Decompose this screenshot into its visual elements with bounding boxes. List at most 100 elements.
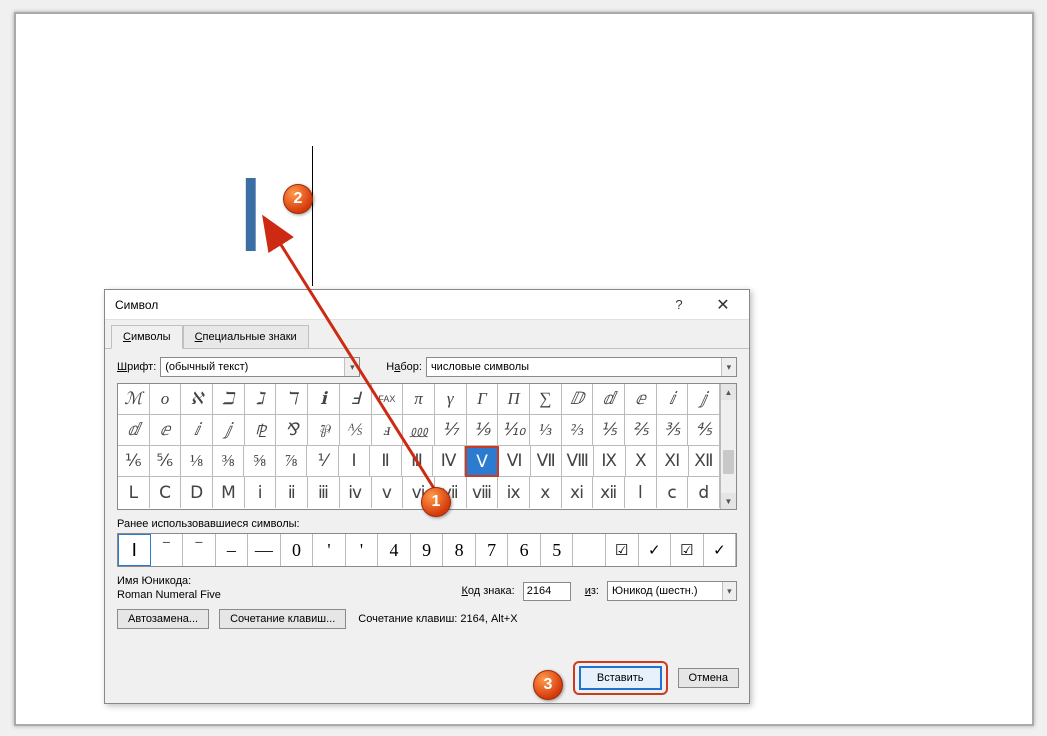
symbol-cell[interactable]: ∑	[530, 384, 562, 415]
symbol-cell[interactable]: FAX	[372, 384, 404, 415]
symbol-cell[interactable]: ℳ	[118, 384, 150, 415]
symbol-cell[interactable]: ⅈ	[657, 384, 689, 415]
symbol-cell[interactable]: Ⅵ	[499, 446, 531, 477]
symbol-cell[interactable]: Ⅳ	[433, 446, 465, 477]
symbol-cell[interactable]: ⅍	[340, 415, 372, 446]
symbol-cell[interactable]: Ⅰ	[339, 446, 371, 477]
symbol-cell[interactable]: ⅘	[688, 415, 720, 446]
font-combo[interactable]: ▾	[160, 357, 360, 377]
symbol-cell[interactable]: ⅕	[593, 415, 625, 446]
recent-symbol-cell[interactable]: '	[346, 534, 379, 566]
close-button[interactable]: ✕	[701, 291, 745, 319]
recent-symbol-cell[interactable]: ✓	[639, 534, 672, 566]
recent-symbol-cell[interactable]	[573, 534, 606, 566]
symbol-cell[interactable]: ℹ	[308, 384, 340, 415]
symbol-cell[interactable]: Ⅸ	[594, 446, 626, 477]
subset-input[interactable]	[427, 361, 721, 373]
symbol-cell[interactable]: ⅟	[307, 446, 339, 477]
symbol-cell[interactable]: ⅖	[625, 415, 657, 446]
recent-symbol-cell[interactable]: 6	[508, 534, 541, 566]
chevron-down-icon[interactable]: ▾	[722, 582, 736, 600]
symbol-cell[interactable]: ⅊	[245, 415, 277, 446]
recent-symbol-cell[interactable]: 8	[443, 534, 476, 566]
recent-symbol-cell[interactable]: 5	[541, 534, 574, 566]
symbol-cell[interactable]: ⅅ	[562, 384, 594, 415]
symbol-cell[interactable]: ⅲ	[308, 477, 340, 508]
symbol-cell[interactable]: ⅾ	[688, 477, 720, 508]
subset-combo[interactable]: ▾	[426, 357, 737, 377]
symbol-cell[interactable]: ⅉ	[688, 384, 720, 415]
symbol-cell[interactable]: ⅉ	[213, 415, 245, 446]
recent-symbol-cell[interactable]: ☑	[606, 534, 639, 566]
symbol-cell[interactable]: ℵ	[181, 384, 213, 415]
symbol-cell[interactable]: ℶ	[213, 384, 245, 415]
symbol-cell[interactable]: Ⅷ	[562, 446, 594, 477]
scroll-thumb[interactable]	[723, 450, 734, 474]
symbol-cell[interactable]: ⅎ	[372, 415, 404, 446]
symbol-cell[interactable]: ⅌	[308, 415, 340, 446]
scroll-down-button[interactable]: ▼	[721, 493, 736, 509]
chevron-down-icon[interactable]: ▾	[721, 358, 736, 376]
symbol-cell[interactable]: ⅑	[467, 415, 499, 446]
symbol-cell[interactable]: ⅜	[213, 446, 245, 477]
symbol-cell[interactable]: Ⅼ	[118, 477, 150, 508]
symbol-cell[interactable]: ⅱ	[276, 477, 308, 508]
symbol-cell[interactable]: γ	[435, 384, 467, 415]
symbol-cell[interactable]: ⅚	[150, 446, 182, 477]
symbol-cell[interactable]: ⅗	[657, 415, 689, 446]
symbol-cell[interactable]: ⅒	[498, 415, 530, 446]
recent-symbol-cell[interactable]: ☑	[671, 534, 704, 566]
symbol-cell[interactable]: ⅷ	[467, 477, 499, 508]
symbol-cell[interactable]: ⅙	[118, 446, 150, 477]
autocorrect-button[interactable]: Автозамена...	[117, 609, 209, 629]
symbol-cell[interactable]: ℷ	[245, 384, 277, 415]
symbol-cell[interactable]: ⅆ	[593, 384, 625, 415]
grid-scrollbar[interactable]: ▲ ▼	[720, 384, 736, 509]
cancel-button[interactable]: Отмена	[678, 668, 739, 688]
symbol-cell[interactable]: ⅇ	[150, 415, 182, 446]
symbol-cell[interactable]: Ⅶ	[531, 446, 563, 477]
symbol-cell[interactable]: Ⅽ	[150, 477, 182, 508]
tab-special-chars[interactable]: Специальные знаки	[183, 325, 309, 349]
symbol-cell[interactable]: ⅐	[435, 415, 467, 446]
recent-symbol-cell[interactable]: ‾	[183, 534, 216, 566]
recent-symbol-cell[interactable]: 4	[378, 534, 411, 566]
symbol-cell[interactable]: ⅓	[530, 415, 562, 446]
symbol-cell[interactable]: Ⅱ	[370, 446, 402, 477]
scroll-up-button[interactable]: ▲	[721, 384, 736, 400]
symbol-cell[interactable]: ⅈ	[181, 415, 213, 446]
symbol-cell[interactable]: ⅆ	[118, 415, 150, 446]
symbol-cell[interactable]: o	[150, 384, 182, 415]
chevron-down-icon[interactable]: ▾	[344, 358, 359, 376]
symbol-cell[interactable]: ⅹ	[530, 477, 562, 508]
recent-symbol-cell[interactable]: ‾	[151, 534, 184, 566]
symbol-cell[interactable]: Ⅾ	[181, 477, 213, 508]
tab-symbols[interactable]: Символы	[111, 325, 183, 349]
from-combo[interactable]: ▾	[607, 581, 737, 601]
symbol-cell[interactable]: Ⅿ	[213, 477, 245, 508]
symbol-cell[interactable]: Ⅎ	[340, 384, 372, 415]
symbol-cell[interactable]: ⅳ	[340, 477, 372, 508]
insert-button[interactable]: Вставить	[579, 666, 662, 690]
symbol-cell[interactable]: ℸ	[276, 384, 308, 415]
symbol-cell[interactable]: π	[403, 384, 435, 415]
symbol-cell[interactable]: Γ	[467, 384, 499, 415]
recent-symbol-cell[interactable]: ✓	[704, 534, 737, 566]
symbol-cell[interactable]: ⅝	[244, 446, 276, 477]
symbol-cell[interactable]: Ⅲ	[402, 446, 434, 477]
symbol-cell[interactable]: ⅼ	[625, 477, 657, 508]
recent-symbol-cell[interactable]: —	[248, 534, 281, 566]
symbol-cell[interactable]: ⅸ	[498, 477, 530, 508]
recent-symbol-cell[interactable]: –	[216, 534, 249, 566]
shortcut-key-button[interactable]: Сочетание клавиш...	[219, 609, 346, 629]
symbol-cell[interactable]: ⅻ	[593, 477, 625, 508]
recent-symbol-cell[interactable]: '	[313, 534, 346, 566]
symbol-cell[interactable]: Ⅹ	[626, 446, 658, 477]
recent-symbol-cell[interactable]: 7	[476, 534, 509, 566]
symbol-cell[interactable]: ⅏	[403, 415, 435, 446]
symbol-cell[interactable]: Ⅴ	[465, 446, 500, 477]
symbol-cell[interactable]: ⅺ	[562, 477, 594, 508]
symbol-cell[interactable]: Ⅺ	[657, 446, 689, 477]
recent-symbol-cell[interactable]: Ⅰ	[118, 534, 151, 566]
char-code-input[interactable]	[523, 582, 571, 601]
